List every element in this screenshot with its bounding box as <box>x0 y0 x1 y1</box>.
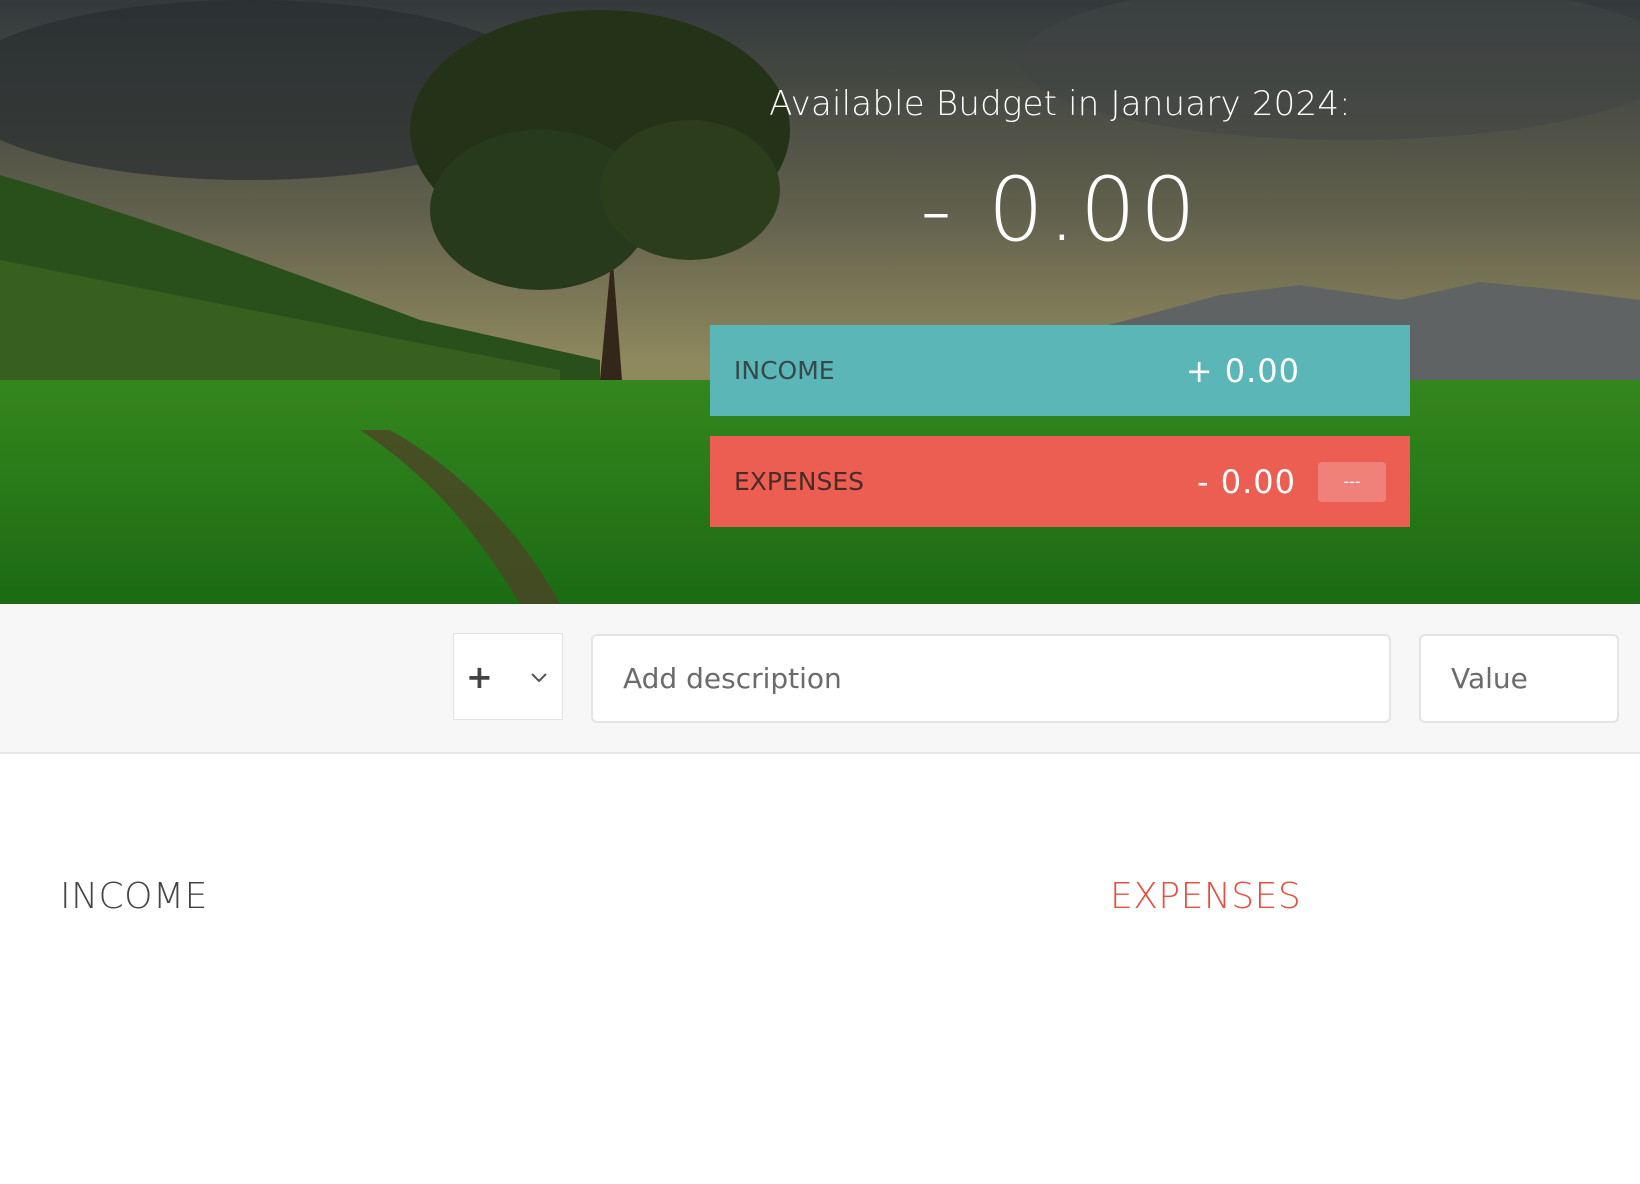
type-select[interactable]: + <box>453 633 563 720</box>
income-list-title: INCOME <box>60 876 208 917</box>
expenses-summary: EXPENSES - 0.00 --- <box>710 436 1410 527</box>
available-budget-value: - 0.00 <box>920 158 1200 261</box>
type-select-value: + <box>466 657 493 696</box>
income-summary-label: INCOME <box>734 356 835 385</box>
income-summary-value: + 0.00 <box>1185 351 1300 390</box>
expenses-percentage-badge: --- <box>1318 461 1386 502</box>
header-section: Available Budget in January 2024: - 0.00… <box>0 0 1640 604</box>
expenses-list-title: EXPENSES <box>1110 876 1302 917</box>
expenses-summary-label: EXPENSES <box>734 467 865 496</box>
value-input[interactable] <box>1419 634 1619 723</box>
add-entry-bar: + <box>0 604 1640 754</box>
expenses-summary-value: - 0.00 <box>1197 462 1296 501</box>
description-input[interactable] <box>591 634 1391 723</box>
chevron-down-icon <box>531 672 547 682</box>
income-summary: INCOME + 0.00 <box>710 325 1410 416</box>
budget-title: Available Budget in January 2024: <box>769 84 1351 124</box>
